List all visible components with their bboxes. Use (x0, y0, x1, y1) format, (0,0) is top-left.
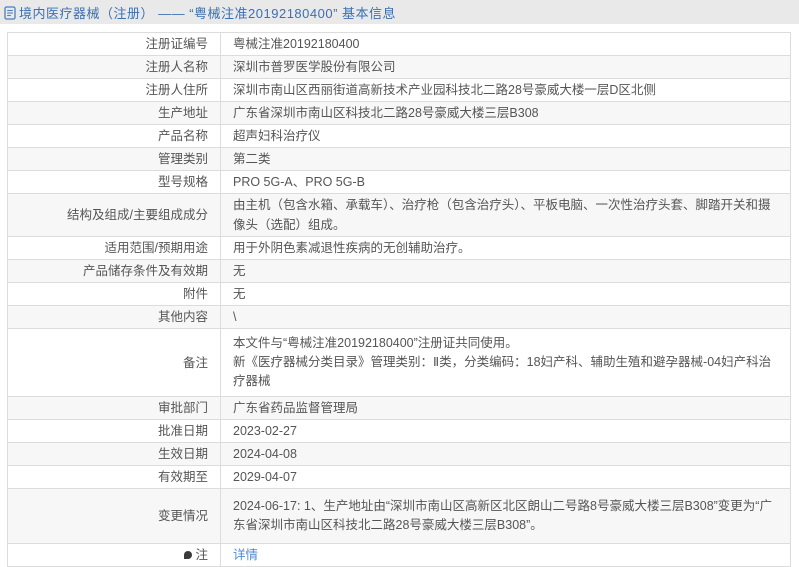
row-value: 深圳市普罗医学股份有限公司 (221, 56, 791, 79)
row-value: 2023-02-27 (221, 420, 791, 443)
row-label: 注册人名称 (8, 56, 221, 79)
table-row: 变更情况2024-06-17: 1、生产地址由“深圳市南山区高新区北区朗山二号路… (8, 489, 791, 544)
row-label: 批准日期 (8, 420, 221, 443)
table-row: 注册人住所深圳市南山区西丽街道高新技术产业园科技北二路28号豪威大楼一层D区北侧 (8, 79, 791, 102)
row-label: 备注 (8, 329, 221, 397)
table-row: 管理类别第二类 (8, 148, 791, 171)
table-row: 有效期至2029-04-07 (8, 466, 791, 489)
row-value: \ (221, 306, 791, 329)
row-label: 管理类别 (8, 148, 221, 171)
detail-link[interactable]: 详情 (233, 548, 258, 562)
table-row: 产品储存条件及有效期无 (8, 260, 791, 283)
row-label: 型号规格 (8, 171, 221, 194)
table-row: 备注本文件与“粤械注准20192180400”注册证共同使用。新《医疗器械分类目… (8, 329, 791, 397)
table-row: 其他内容\ (8, 306, 791, 329)
table-row: 注册证编号粤械注准20192180400 (8, 33, 791, 56)
table-row: 注册人名称深圳市普罗医学股份有限公司 (8, 56, 791, 79)
row-label: 附件 (8, 283, 221, 306)
table-row: 适用范围/预期用途用于外阴色素减退性疾病的无创辅助治疗。 (8, 237, 791, 260)
table-row: 注详情 (8, 544, 791, 567)
page-title: 境内医疗器械（注册） —— “粤械注准20192180400” 基本信息 (19, 3, 396, 22)
row-label: 产品名称 (8, 125, 221, 148)
row-value: 2029-04-07 (221, 466, 791, 489)
row-value: 由主机（包含水箱、承载车）、治疗枪（包含治疗头）、平板电脑、一次性治疗头套、脚踏… (221, 194, 791, 237)
value-line: 新《医疗器械分类目录》管理类别：Ⅱ类，分类编码：18妇产科、辅助生殖和避孕器械-… (233, 353, 776, 391)
table-row: 审批部门广东省药品监督管理局 (8, 397, 791, 420)
table-row: 型号规格PRO 5G-A、PRO 5G-B (8, 171, 791, 194)
row-value: 广东省深圳市南山区科技北二路28号豪威大楼三层B308 (221, 102, 791, 125)
row-label: 生效日期 (8, 443, 221, 466)
row-label: 产品储存条件及有效期 (8, 260, 221, 283)
table-row: 附件无 (8, 283, 791, 306)
note-icon (184, 551, 192, 559)
row-value: 广东省药品监督管理局 (221, 397, 791, 420)
row-label: 注 (8, 544, 221, 567)
row-label: 注册人住所 (8, 79, 221, 102)
value-line: 本文件与“粤械注准20192180400”注册证共同使用。 (233, 334, 776, 353)
row-value: 2024-04-08 (221, 443, 791, 466)
table-row: 结构及组成/主要组成成分由主机（包含水箱、承载车）、治疗枪（包含治疗头）、平板电… (8, 194, 791, 237)
row-value: 无 (221, 260, 791, 283)
row-label: 变更情况 (8, 489, 221, 544)
row-label: 生产地址 (8, 102, 221, 125)
row-value: 本文件与“粤械注准20192180400”注册证共同使用。新《医疗器械分类目录》… (221, 329, 791, 397)
document-icon (4, 6, 16, 20)
row-label: 结构及组成/主要组成成分 (8, 194, 221, 237)
row-value: 用于外阴色素减退性疾病的无创辅助治疗。 (221, 237, 791, 260)
row-label: 适用范围/预期用途 (8, 237, 221, 260)
row-label: 有效期至 (8, 466, 221, 489)
info-table-body: 注册证编号粤械注准20192180400注册人名称深圳市普罗医学股份有限公司注册… (8, 33, 791, 567)
row-value: 2024-06-17: 1、生产地址由“深圳市南山区高新区北区朗山二号路8号豪威… (221, 489, 791, 544)
row-value: 无 (221, 283, 791, 306)
row-label: 审批部门 (8, 397, 221, 420)
table-row: 批准日期2023-02-27 (8, 420, 791, 443)
table-row: 产品名称超声妇科治疗仪 (8, 125, 791, 148)
row-label: 其他内容 (8, 306, 221, 329)
page-header: 境内医疗器械（注册） —— “粤械注准20192180400” 基本信息 (0, 0, 799, 24)
table-row: 生产地址广东省深圳市南山区科技北二路28号豪威大楼三层B308 (8, 102, 791, 125)
table-row: 生效日期2024-04-08 (8, 443, 791, 466)
registration-info-table: 注册证编号粤械注准20192180400注册人名称深圳市普罗医学股份有限公司注册… (7, 32, 791, 567)
registration-info-panel: 注册证编号粤械注准20192180400注册人名称深圳市普罗医学股份有限公司注册… (7, 32, 792, 567)
row-value: PRO 5G-A、PRO 5G-B (221, 171, 791, 194)
row-value: 详情 (221, 544, 791, 567)
row-label: 注册证编号 (8, 33, 221, 56)
row-value: 粤械注准20192180400 (221, 33, 791, 56)
row-value: 第二类 (221, 148, 791, 171)
row-value: 深圳市南山区西丽街道高新技术产业园科技北二路28号豪威大楼一层D区北侧 (221, 79, 791, 102)
row-value: 超声妇科治疗仪 (221, 125, 791, 148)
